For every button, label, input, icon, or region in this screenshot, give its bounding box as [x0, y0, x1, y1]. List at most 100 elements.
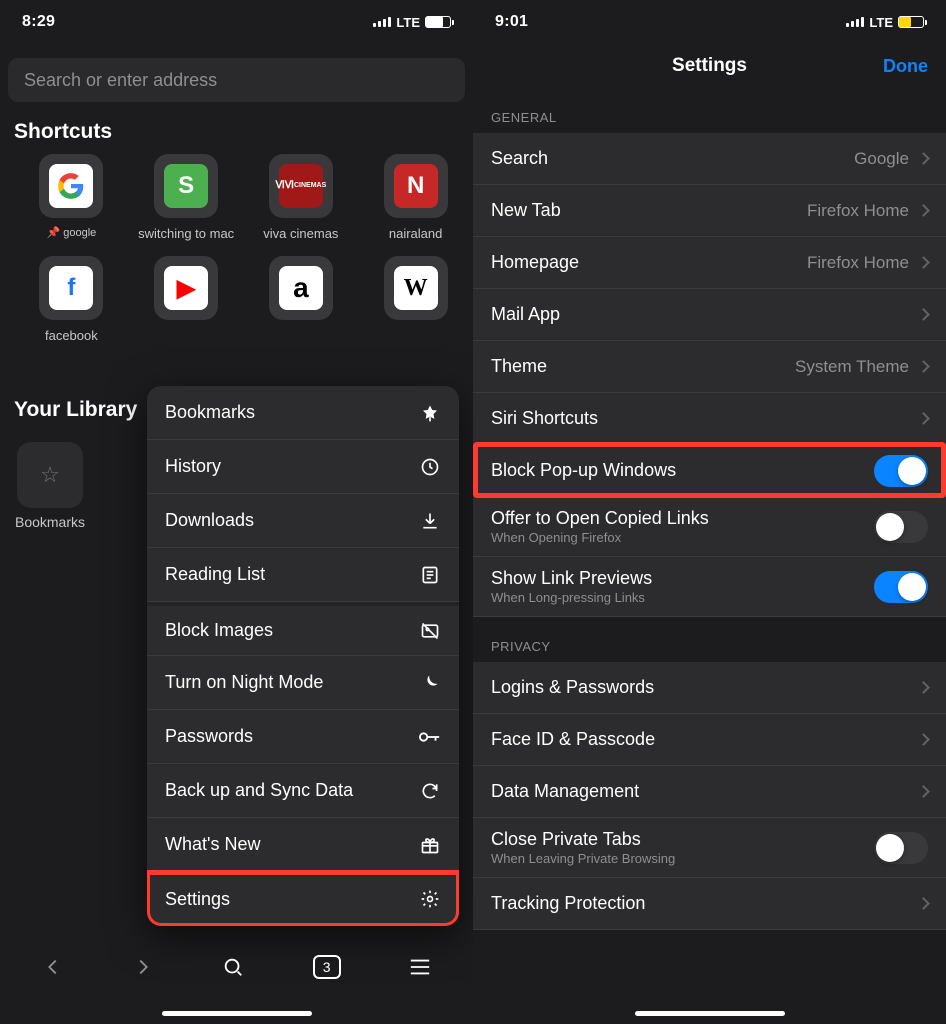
menu-item-block-images[interactable]: Block Images — [147, 602, 459, 656]
settings-row-search[interactable]: SearchGoogle — [473, 133, 946, 185]
menu-label: Turn on Night Mode — [165, 672, 323, 693]
menu-label: Downloads — [165, 510, 254, 531]
settings-row-face-id-passcode[interactable]: Face ID & Passcode — [473, 714, 946, 766]
chevron-right-icon — [917, 256, 930, 269]
menu-label: History — [165, 456, 221, 477]
left-phone-screen: 8:29 LTE Search or enter address Shortcu… — [0, 0, 473, 1024]
shortcut-amazon[interactable]: a — [244, 256, 359, 358]
row-label: Block Pop-up Windows — [491, 460, 874, 481]
shortcut-wikipedia[interactable]: W — [358, 256, 473, 358]
menu-item-downloads[interactable]: Downloads — [147, 494, 459, 548]
shortcut-label: viva cinemas — [244, 226, 359, 256]
toggle-switch[interactable] — [874, 455, 928, 487]
menu-item-back-up-and-sync-data[interactable]: Back up and Sync Data — [147, 764, 459, 818]
reading-list-icon — [419, 565, 441, 585]
row-label: New Tab — [491, 200, 807, 221]
chevron-right-icon — [917, 733, 930, 746]
settings-row-logins-passwords[interactable]: Logins & Passwords — [473, 662, 946, 714]
row-value: Firefox Home — [807, 201, 909, 221]
settings-row-theme[interactable]: ThemeSystem Theme — [473, 341, 946, 393]
shortcuts-title: Shortcuts — [14, 120, 459, 144]
settings-row-mail-app[interactable]: Mail App — [473, 289, 946, 341]
home-indicator — [162, 1011, 312, 1016]
gift-icon — [419, 835, 441, 855]
shortcut-label: google — [63, 227, 96, 239]
settings-list[interactable]: GENERALSearchGoogleNew TabFirefox HomeHo… — [473, 88, 946, 1024]
pin-icon: 📌 google — [14, 226, 129, 239]
row-value: Google — [854, 149, 909, 169]
shortcut-facebook[interactable]: f facebook — [14, 256, 129, 358]
settings-row-close-private-tabs[interactable]: Close Private TabsWhen Leaving Private B… — [473, 818, 946, 878]
settings-row-block-pop-up-windows[interactable]: Block Pop-up Windows — [473, 445, 946, 497]
group-header: PRIVACY — [473, 617, 946, 662]
chevron-right-icon — [917, 308, 930, 321]
menu-item-history[interactable]: History — [147, 440, 459, 494]
menu-item-settings[interactable]: Settings — [147, 872, 459, 926]
shortcut-youtube[interactable]: ▶ — [129, 256, 244, 358]
menu-item-passwords[interactable]: Passwords — [147, 710, 459, 764]
toggle-switch[interactable] — [874, 511, 928, 543]
shortcut-label: facebook — [14, 328, 129, 358]
menu-label: Back up and Sync Data — [165, 780, 353, 801]
settings-row-tracking-protection[interactable]: Tracking Protection — [473, 878, 946, 930]
row-sublabel: When Opening Firefox — [491, 530, 874, 545]
settings-row-homepage[interactable]: HomepageFirefox Home — [473, 237, 946, 289]
menu-button[interactable] — [409, 958, 431, 976]
browser-menu: Bookmarks History Downloads Reading List Blo… — [147, 386, 459, 926]
row-label: Siri Shortcuts — [491, 408, 919, 429]
search-button[interactable] — [222, 956, 244, 978]
shortcut-viva-cinemas[interactable]: ⅥⅥCINEMAS viva cinemas — [244, 154, 359, 256]
toggle-switch[interactable] — [874, 571, 928, 603]
menu-item-turn-on-night-mode[interactable]: Turn on Night Mode — [147, 656, 459, 710]
menu-label: Passwords — [165, 726, 253, 747]
row-value: Firefox Home — [807, 253, 909, 273]
google-logo-icon — [57, 172, 85, 200]
toggle-switch[interactable] — [874, 832, 928, 864]
moon-icon — [419, 673, 441, 693]
row-label: Theme — [491, 356, 795, 377]
row-sublabel: When Leaving Private Browsing — [491, 851, 874, 866]
battery-icon — [898, 16, 924, 28]
row-label: Show Link PreviewsWhen Long-pressing Lin… — [491, 568, 874, 605]
menu-label: Block Images — [165, 620, 273, 641]
star-outline-icon: ☆ — [40, 462, 60, 488]
chevron-right-icon — [917, 204, 930, 217]
row-sublabel: When Long-pressing Links — [491, 590, 874, 605]
sync-icon — [419, 781, 441, 801]
chevron-right-icon — [917, 412, 930, 425]
back-button[interactable] — [42, 956, 64, 978]
menu-item-reading-list[interactable]: Reading List — [147, 548, 459, 602]
shortcut-google[interactable]: 📌 google — [14, 154, 129, 256]
navigation-bar: Settings Done — [473, 44, 946, 88]
settings-row-data-management[interactable]: Data Management — [473, 766, 946, 818]
shortcut-label: switching to mac — [129, 226, 244, 256]
row-label: Data Management — [491, 781, 919, 802]
shortcut-nairaland[interactable]: N nairaland — [358, 154, 473, 256]
settings-row-new-tab[interactable]: New TabFirefox Home — [473, 185, 946, 237]
shortcut-label: nairaland — [358, 226, 473, 256]
settings-row-offer-to-open-copied-links[interactable]: Offer to Open Copied LinksWhen Opening F… — [473, 497, 946, 557]
shortcut-switching-to-mac[interactable]: S switching to mac — [129, 154, 244, 256]
no-image-icon — [419, 621, 441, 641]
group-header: GENERAL — [473, 88, 946, 133]
chevron-right-icon — [917, 681, 930, 694]
settings-row-show-link-previews[interactable]: Show Link PreviewsWhen Long-pressing Lin… — [473, 557, 946, 617]
library-bookmarks[interactable]: ☆ Bookmarks — [10, 442, 90, 530]
address-placeholder: Search or enter address — [24, 70, 217, 91]
done-button[interactable]: Done — [883, 56, 928, 77]
menu-label: What's New — [165, 834, 260, 855]
right-phone-screen: 9:01 LTE Settings Done GENERALSearchGoog… — [473, 0, 946, 1024]
chevron-right-icon — [917, 360, 930, 373]
tab-count: 3 — [313, 955, 341, 979]
status-time: 9:01 — [495, 13, 528, 31]
settings-row-siri-shortcuts[interactable]: Siri Shortcuts — [473, 393, 946, 445]
forward-button[interactable] — [132, 956, 154, 978]
address-bar[interactable]: Search or enter address — [8, 58, 465, 102]
tabs-button[interactable]: 3 — [313, 955, 341, 979]
chevron-right-icon — [917, 897, 930, 910]
menu-item-what-s-new[interactable]: What's New — [147, 818, 459, 872]
menu-item-bookmarks[interactable]: Bookmarks — [147, 386, 459, 440]
menu-label: Bookmarks — [165, 402, 255, 423]
row-label: Face ID & Passcode — [491, 729, 919, 750]
chevron-right-icon — [917, 785, 930, 798]
